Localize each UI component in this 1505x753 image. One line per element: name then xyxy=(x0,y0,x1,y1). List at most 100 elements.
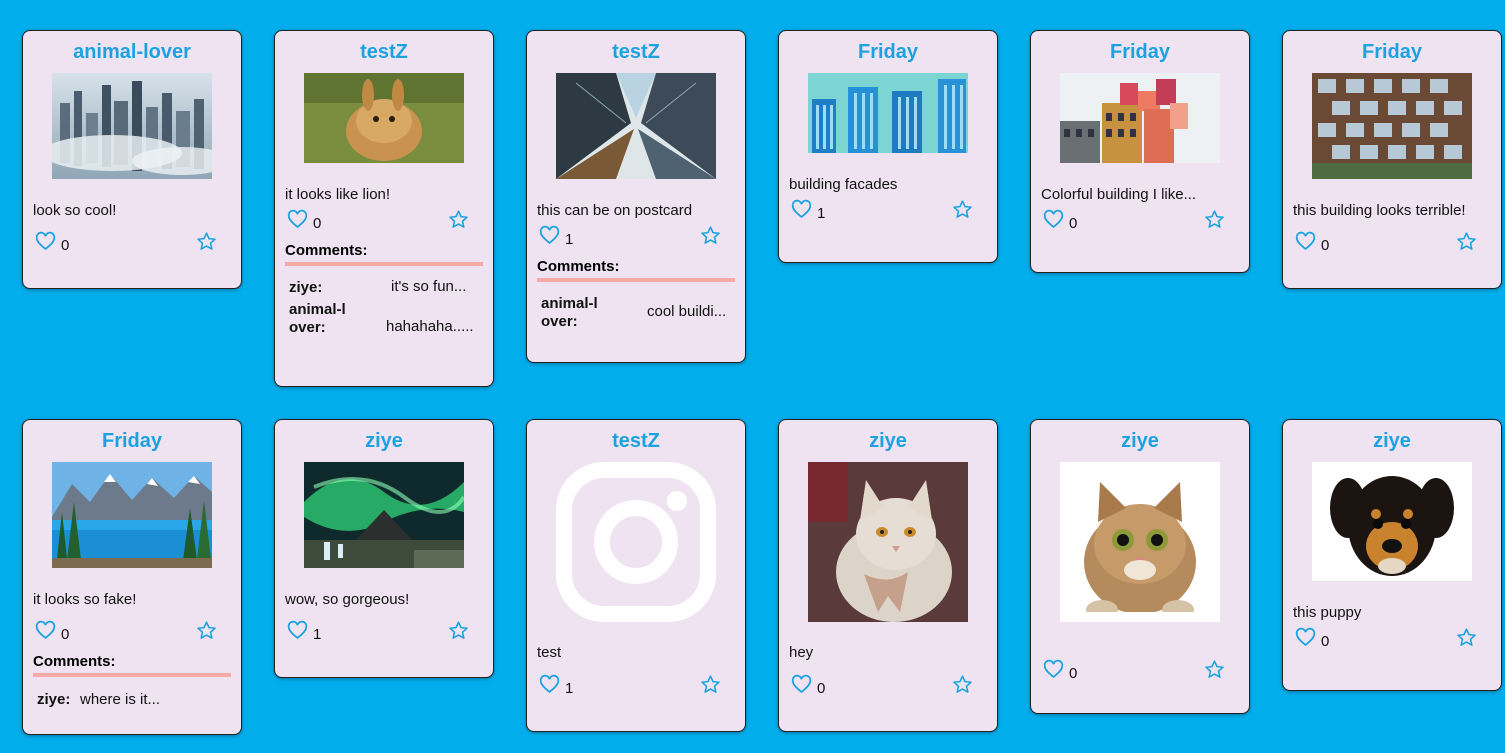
post-author[interactable]: ziye xyxy=(779,429,997,453)
comment-text: it's so fun... xyxy=(391,278,467,295)
post-actions: 0 xyxy=(285,209,483,235)
post-actions: 1 xyxy=(537,674,735,700)
comment-row: ziye: it's so fun... xyxy=(287,277,481,299)
star-icon[interactable] xyxy=(1204,209,1225,230)
star-icon[interactable] xyxy=(196,231,217,252)
post-card: ziye wow, so gorgeous! 1 xyxy=(274,419,494,678)
post-actions: 0 xyxy=(1041,209,1239,235)
like-count: 1 xyxy=(817,205,826,222)
star-icon[interactable] xyxy=(448,209,469,230)
heart-icon[interactable] xyxy=(287,209,308,230)
like-count: 0 xyxy=(1321,633,1330,650)
heart-icon[interactable] xyxy=(791,199,812,220)
comment-row: ziye: where is it... xyxy=(35,688,229,710)
post-image[interactable] xyxy=(556,462,716,622)
like-count: 0 xyxy=(817,680,826,697)
post-caption: hey xyxy=(789,644,814,661)
post-author[interactable]: ziye xyxy=(1283,429,1501,453)
heart-icon[interactable] xyxy=(791,674,812,695)
comments-heading: Comments: xyxy=(285,242,483,266)
post-author[interactable]: Friday xyxy=(779,40,997,64)
post-caption: wow, so gorgeous! xyxy=(285,591,410,608)
star-icon[interactable] xyxy=(448,620,469,641)
like-count: 1 xyxy=(565,231,574,248)
like-count: 1 xyxy=(565,680,574,697)
like-count: 0 xyxy=(313,215,322,232)
star-icon[interactable] xyxy=(1204,659,1225,680)
star-icon[interactable] xyxy=(952,674,973,695)
like-count: 0 xyxy=(61,237,70,254)
comment-user[interactable]: animal-lover: xyxy=(541,295,603,331)
post-actions: 0 xyxy=(789,674,987,700)
post-actions: 0 xyxy=(1293,231,1491,257)
comments-heading: Comments: xyxy=(33,653,231,677)
star-icon[interactable] xyxy=(1456,627,1477,648)
post-caption: this can be on postcard xyxy=(537,202,693,219)
post-author[interactable]: Friday xyxy=(1031,40,1249,64)
post-image[interactable] xyxy=(304,73,464,163)
like-count: 0 xyxy=(1321,237,1330,254)
post-image[interactable] xyxy=(1312,462,1472,581)
post-actions: 0 xyxy=(1041,659,1239,685)
post-image[interactable] xyxy=(1312,73,1472,179)
post-caption: this building looks terrible! xyxy=(1293,202,1466,219)
comment-user[interactable]: ziye: xyxy=(289,279,322,297)
post-author[interactable]: testZ xyxy=(527,40,745,64)
heart-icon[interactable] xyxy=(35,620,56,641)
post-image[interactable] xyxy=(808,73,968,153)
heart-icon[interactable] xyxy=(539,674,560,695)
comment-user[interactable]: animal-lover: xyxy=(289,301,351,337)
post-actions: 0 xyxy=(33,231,231,257)
post-author[interactable]: Friday xyxy=(1283,40,1501,64)
post-actions: 1 xyxy=(537,225,735,251)
post-image[interactable] xyxy=(304,462,464,568)
comment-text: where is it... xyxy=(80,691,161,708)
comment-text: hahahaha..... xyxy=(386,318,474,335)
star-icon[interactable] xyxy=(1456,231,1477,252)
post-author[interactable]: animal-lover xyxy=(23,40,241,64)
post-card: Friday it looks so fake! 0 Comments: ziy… xyxy=(22,419,242,735)
post-caption: Colorful building I like... xyxy=(1041,186,1197,203)
post-caption: building facades xyxy=(789,176,898,193)
star-icon[interactable] xyxy=(196,620,217,641)
heart-icon[interactable] xyxy=(539,225,560,246)
heart-icon[interactable] xyxy=(35,231,56,252)
post-caption: test xyxy=(537,644,562,661)
star-icon[interactable] xyxy=(700,674,721,695)
post-actions: 1 xyxy=(789,199,987,225)
post-author[interactable]: ziye xyxy=(275,429,493,453)
post-card: ziye this puppy 0 xyxy=(1282,419,1502,691)
post-author[interactable]: testZ xyxy=(275,40,493,64)
heart-icon[interactable] xyxy=(1295,627,1316,648)
post-author[interactable]: testZ xyxy=(527,429,745,453)
post-caption: it looks like lion! xyxy=(285,186,391,203)
comments-heading: Comments: xyxy=(537,258,735,282)
post-author[interactable]: ziye xyxy=(1031,429,1249,453)
post-card: testZ this can be on postcard 1 Comments… xyxy=(526,30,746,363)
comment-row: animal-lover: hahahaha..... xyxy=(287,299,481,347)
like-count: 1 xyxy=(313,626,322,643)
post-card: ziye 0 xyxy=(1030,419,1250,714)
comment-text: cool buildi... xyxy=(647,303,727,320)
heart-icon[interactable] xyxy=(1043,659,1064,680)
comment-user[interactable]: ziye: xyxy=(37,691,70,709)
heart-icon[interactable] xyxy=(287,620,308,641)
comment-row: animal-lover: cool buildi... xyxy=(539,293,733,341)
post-author[interactable]: Friday xyxy=(23,429,241,453)
heart-icon[interactable] xyxy=(1043,209,1064,230)
post-card: Friday Colorful building I like... 0 xyxy=(1030,30,1250,273)
post-card: ziye hey 0 xyxy=(778,419,998,732)
post-image[interactable] xyxy=(1060,73,1220,163)
post-image[interactable] xyxy=(1060,462,1220,622)
star-icon[interactable] xyxy=(952,199,973,220)
post-card: Friday this building looks terrible! 0 xyxy=(1282,30,1502,289)
post-image[interactable] xyxy=(808,462,968,622)
post-image[interactable] xyxy=(52,73,212,179)
post-image[interactable] xyxy=(556,73,716,179)
post-actions: 0 xyxy=(33,620,231,646)
post-image[interactable] xyxy=(52,462,212,568)
post-card: testZ test 1 xyxy=(526,419,746,732)
post-caption: this puppy xyxy=(1293,604,1362,621)
heart-icon[interactable] xyxy=(1295,231,1316,252)
star-icon[interactable] xyxy=(700,225,721,246)
